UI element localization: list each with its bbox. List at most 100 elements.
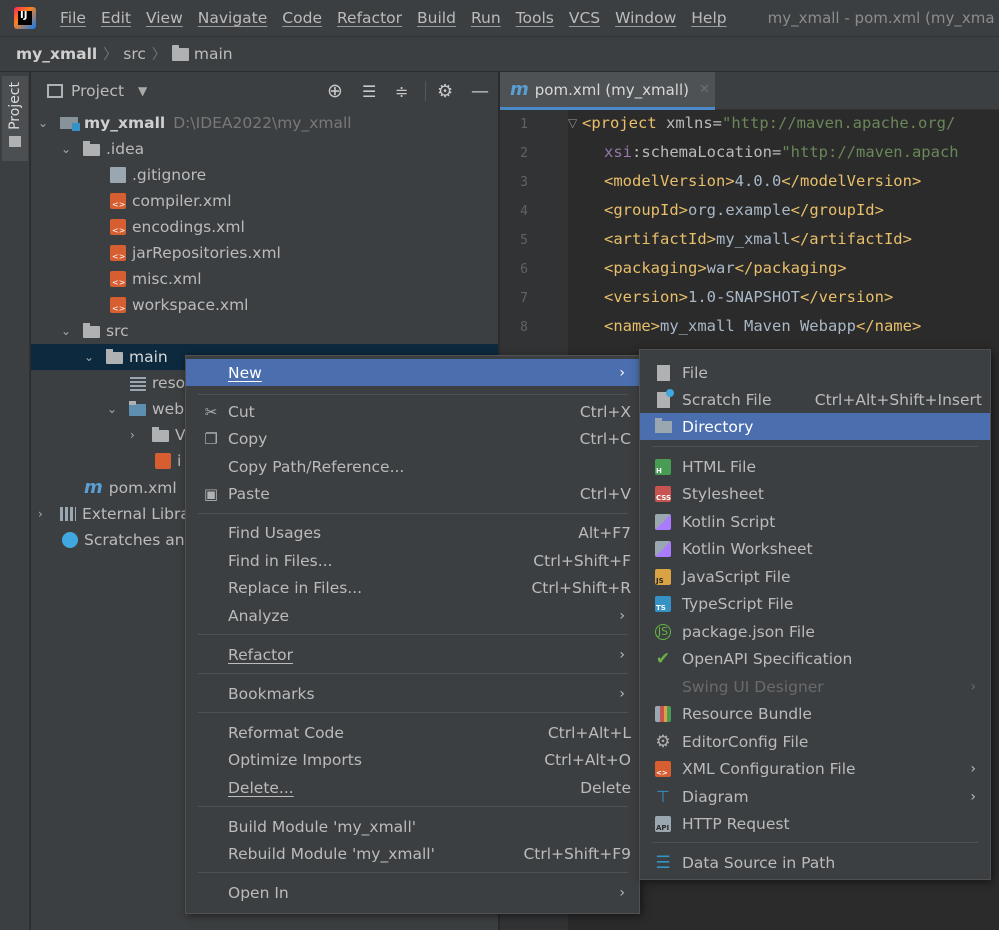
submenu-item-kotlin-worksheet[interactable]: Kotlin Worksheet xyxy=(640,535,990,562)
menu-item-open-in[interactable]: Open In › xyxy=(186,879,639,906)
submenu-item-html-file[interactable]: H HTML File xyxy=(640,453,990,480)
submenu-item-editorconfig[interactable]: ⚙ EditorConfig File xyxy=(640,728,990,755)
menu-item-reformat-code[interactable]: Reformat Code Ctrl+Alt+L xyxy=(186,719,639,746)
project-view-title[interactable]: Project xyxy=(71,82,124,100)
gear-icon: ⚙ xyxy=(655,731,671,752)
submenu-item-scratch-file[interactable]: Scratch File Ctrl+Alt+Shift+Insert xyxy=(640,386,990,413)
code-line-8[interactable]: <name>my_xmall Maven Webapp</name> xyxy=(604,317,921,335)
submenu-item-javascript-file[interactable]: JS JavaScript File xyxy=(640,563,990,590)
tree-row-pom[interactable]: m pom.xml xyxy=(84,475,177,501)
expand-all-icon[interactable]: ☰ xyxy=(362,82,376,101)
submenu-item-typescript-file[interactable]: TS TypeScript File xyxy=(640,590,990,617)
menu-vcs[interactable]: VCS xyxy=(569,9,600,27)
code-line-3[interactable]: <modelVersion>4.0.0</modelVersion> xyxy=(604,172,921,190)
submenu-item-swing-ui-designer[interactable]: Swing UI Designer › xyxy=(640,673,990,700)
chevron-down-icon[interactable]: ⌄ xyxy=(61,324,75,338)
tree-row-encodings[interactable]: encodings.xml xyxy=(110,214,245,240)
menu-item-bookmarks[interactable]: Bookmarks › xyxy=(186,680,639,707)
collapse-all-icon[interactable]: ≑ xyxy=(395,82,408,101)
menu-navigate[interactable]: Navigate xyxy=(198,9,268,27)
menu-view[interactable]: View xyxy=(146,9,183,27)
code-line-7[interactable]: <version>1.0-SNAPSHOT</version> xyxy=(604,288,893,306)
menu-item-replace-in-files[interactable]: Replace in Files... Ctrl+Shift+R xyxy=(186,574,639,601)
locate-icon[interactable]: ⊕ xyxy=(327,80,343,102)
menu-item-paste[interactable]: ▣ Paste Ctrl+V xyxy=(186,480,639,507)
submenu-item-directory[interactable]: Directory xyxy=(640,413,990,440)
menu-build[interactable]: Build xyxy=(417,9,456,27)
tree-row-src[interactable]: ⌄ src xyxy=(61,318,129,344)
chevron-right-icon[interactable]: › xyxy=(130,428,144,442)
menu-run[interactable]: Run xyxy=(471,9,501,27)
hide-panel-icon[interactable]: — xyxy=(471,81,489,102)
chevron-down-icon[interactable]: ⌄ xyxy=(38,116,52,130)
code-line-6[interactable]: <packaging>war</packaging> xyxy=(604,259,847,277)
menu-help[interactable]: Help xyxy=(691,9,726,27)
menu-refactor[interactable]: Refactor xyxy=(337,9,402,27)
project-tool-button[interactable]: Project xyxy=(2,76,28,161)
menu-item-rebuild-module[interactable]: Rebuild Module 'my_xmall' Ctrl+Shift+F9 xyxy=(186,840,639,867)
menu-item-copy[interactable]: ❐ Copy Ctrl+C xyxy=(186,425,639,452)
submenu-item-package-json[interactable]: JS package.json File xyxy=(640,618,990,645)
chevron-down-icon[interactable]: ⌄ xyxy=(61,142,75,156)
menu-edit[interactable]: Edit xyxy=(101,9,131,27)
app-logo-icon[interactable]: IJ xyxy=(14,7,36,29)
tree-row-project-root[interactable]: ⌄ my_xmall D:\IDEA2022\my_xmall xyxy=(38,110,352,136)
menu-item-find-usages[interactable]: Find Usages Alt+F7 xyxy=(186,519,639,546)
submenu-item-openapi[interactable]: ✔ OpenAPI Specification xyxy=(640,645,990,672)
submenu-item-http-request[interactable]: API HTTP Request xyxy=(640,810,990,837)
chevron-down-icon[interactable]: ⌄ xyxy=(107,402,121,416)
submenu-item-resource-bundle[interactable]: Resource Bundle xyxy=(640,700,990,727)
tree-row-misc[interactable]: misc.xml xyxy=(110,266,202,292)
code-line-1[interactable]: <project xmlns="http://maven.apache.org/ xyxy=(582,114,999,132)
menu-item-cut[interactable]: ✂ Cut Ctrl+X xyxy=(186,398,639,425)
menu-item-optimize-imports[interactable]: Optimize Imports Ctrl+Alt+O xyxy=(186,746,639,773)
submenu-item-file[interactable]: File xyxy=(640,359,990,386)
breadcrumb-src[interactable]: src xyxy=(123,45,146,63)
gear-icon[interactable]: ⚙ xyxy=(437,81,453,102)
breadcrumb-project[interactable]: my_xmall xyxy=(16,45,97,63)
tree-row-workspace[interactable]: workspace.xml xyxy=(110,292,249,318)
tree-row-web-inf[interactable]: › V xyxy=(130,422,186,448)
menu-item-find-in-files[interactable]: Find in Files... Ctrl+Shift+F xyxy=(186,547,639,574)
submenu-item-stylesheet[interactable]: CSS Stylesheet xyxy=(640,480,990,507)
code-line-5[interactable]: <artifactId>my_xmall</artifactId> xyxy=(604,230,912,248)
tree-row-external-libraries[interactable]: › External Libra xyxy=(38,501,190,527)
chevron-down-icon[interactable]: ⌄ xyxy=(84,350,98,364)
menu-window[interactable]: Window xyxy=(615,9,676,27)
close-icon[interactable]: ✕ xyxy=(699,82,710,97)
menu-item-copy-path[interactable]: Copy Path/Reference... xyxy=(186,453,639,480)
menu-item-refactor[interactable]: Refactor › xyxy=(186,641,639,668)
tree-row-resources[interactable]: reso xyxy=(130,370,185,396)
menu-file[interactable]: File xyxy=(60,9,86,27)
tree-row-webapp[interactable]: ⌄ web xyxy=(107,396,184,422)
tree-row-idea[interactable]: ⌄ .idea xyxy=(61,136,144,162)
submenu-item-xml-configuration[interactable]: <> XML Configuration File › xyxy=(640,755,990,782)
tree-row-index-jsp[interactable]: i xyxy=(155,448,181,474)
code-line-2[interactable]: xsi:schemaLocation="http://maven.apach xyxy=(604,143,999,161)
code-line-4[interactable]: <groupId>org.example</groupId> xyxy=(604,201,884,219)
tree-row-compiler[interactable]: compiler.xml xyxy=(110,188,232,214)
breadcrumb-main[interactable]: main xyxy=(194,45,233,63)
line-number: 3 xyxy=(520,175,528,190)
scissors-icon: ✂ xyxy=(204,402,218,421)
editor-tab-pom[interactable]: m pom.xml (my_xmall) ✕ xyxy=(500,72,715,110)
chevron-right-icon[interactable]: › xyxy=(38,507,52,521)
menu-item-build-module[interactable]: Build Module 'my_xmall' xyxy=(186,813,639,840)
chevron-down-icon[interactable]: ▼ xyxy=(138,84,147,98)
line-number: 8 xyxy=(520,320,528,335)
fold-icon[interactable]: ▽ xyxy=(568,116,577,130)
submenu-item-diagram[interactable]: ⊤ Diagram › xyxy=(640,783,990,810)
database-icon: ☰ xyxy=(655,852,671,873)
menu-item-delete[interactable]: Delete... Delete xyxy=(186,774,639,801)
submenu-item-kotlin-script[interactable]: Kotlin Script xyxy=(640,508,990,535)
directory-icon xyxy=(654,417,672,436)
submenu-item-data-source[interactable]: ☰ Data Source in Path xyxy=(640,849,990,876)
menu-code[interactable]: Code xyxy=(282,9,322,27)
tree-row-gitignore[interactable]: .gitignore xyxy=(110,162,206,188)
tree-row-scratches[interactable]: Scratches and xyxy=(62,527,194,553)
menu-item-analyze[interactable]: Analyze › xyxy=(186,602,639,629)
tree-row-jar-repositories[interactable]: jarRepositories.xml xyxy=(110,240,281,266)
tree-row-main[interactable]: ⌄ main xyxy=(84,344,168,370)
menu-item-new[interactable]: New › xyxy=(186,359,639,386)
menu-tools[interactable]: Tools xyxy=(516,9,554,27)
